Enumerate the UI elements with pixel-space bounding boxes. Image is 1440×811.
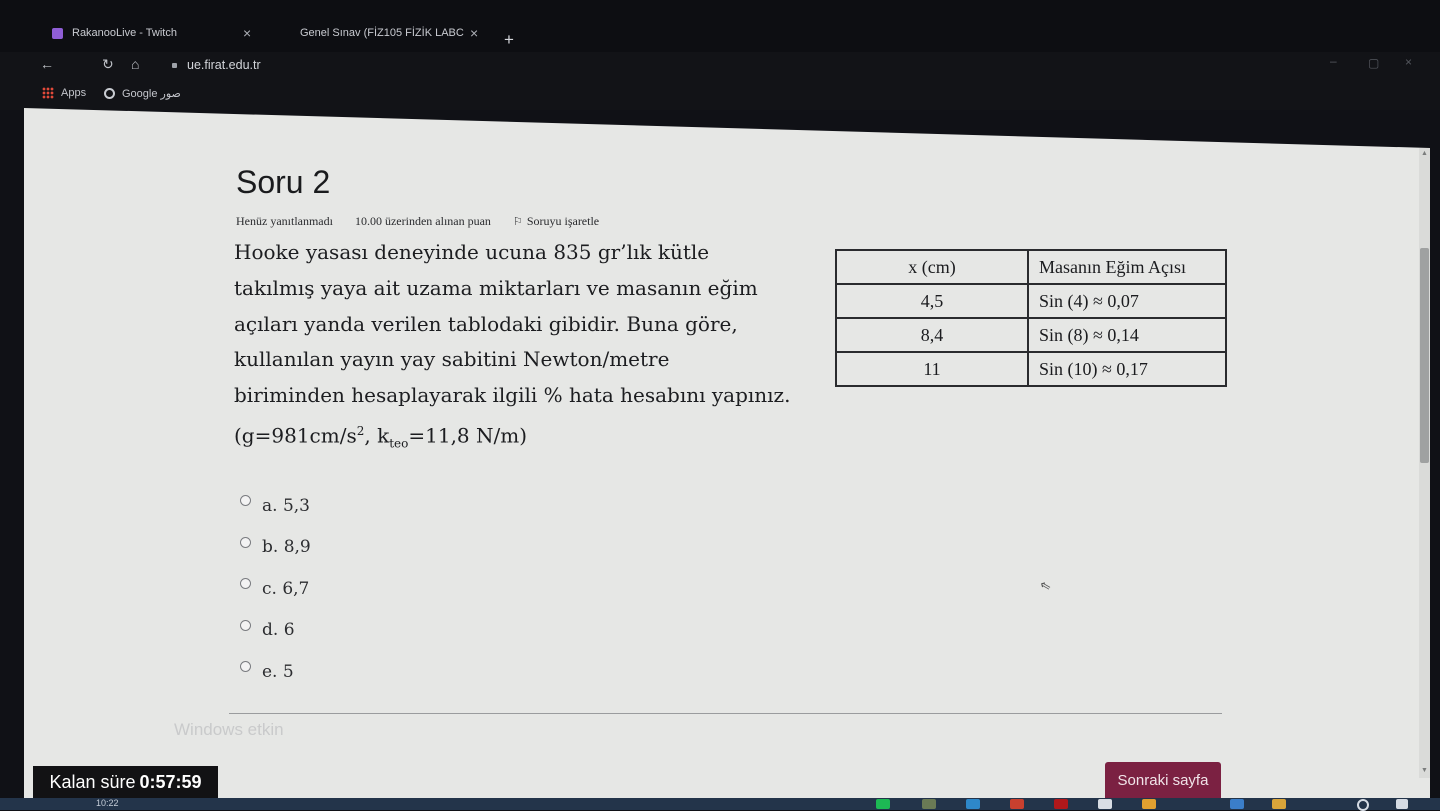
timer-label: Kalan süre bbox=[49, 771, 136, 792]
home-icon[interactable]: ⌂ bbox=[131, 56, 139, 72]
table-cell: Sin (4) ≈ 0,07 bbox=[1027, 283, 1227, 319]
apps-grid-icon bbox=[42, 87, 54, 99]
option-c[interactable]: c. 6,7 bbox=[240, 568, 311, 610]
netflix-icon[interactable] bbox=[1054, 799, 1068, 809]
windows-watermark: Windows etkin bbox=[174, 720, 284, 739]
scrollbar[interactable]: ▲ ▼ bbox=[1419, 148, 1430, 778]
tab-label: Genel Sınav (FİZ105 FİZİK LABC bbox=[300, 27, 464, 39]
flag-icon: ⚐ bbox=[512, 216, 523, 228]
question-points: 10.00 üzerinden alınan puan bbox=[354, 214, 491, 228]
store-icon[interactable] bbox=[1098, 799, 1112, 809]
back-arrow-icon[interactable]: ← bbox=[40, 56, 54, 72]
windows-start-icon[interactable] bbox=[1396, 799, 1408, 809]
app-icon[interactable] bbox=[922, 799, 936, 809]
scroll-down-icon[interactable]: ▼ bbox=[1421, 767, 1428, 774]
taskbar: 10:22 bbox=[0, 798, 1440, 811]
maximize-icon[interactable]: ▢ bbox=[1368, 56, 1379, 70]
table-cell: 11 bbox=[835, 351, 1029, 387]
given-values: (g=981cm/s2, kteo=11,8 N/m) bbox=[234, 414, 834, 462]
table-cell: Sin (10) ≈ 0,17 bbox=[1027, 351, 1227, 387]
close-tab-icon[interactable]: × bbox=[470, 25, 478, 41]
option-d[interactable]: d. 6 bbox=[240, 610, 311, 652]
question-line: açıları yanda verilen tablodaki gibidir.… bbox=[234, 311, 738, 336]
option-label: c. 6,7 bbox=[262, 578, 310, 599]
k-value: =11,8 N/m) bbox=[408, 423, 528, 448]
answer-options: a. 5,3 b. 8,9 c. 6,7 d. 6 e. 5 bbox=[240, 485, 311, 693]
address-bar[interactable]: ue.firat.edu.tr bbox=[172, 58, 261, 72]
radio-button[interactable] bbox=[240, 495, 251, 507]
url-text: ue.firat.edu.tr bbox=[187, 58, 261, 72]
app-icon[interactable] bbox=[966, 799, 980, 809]
data-table: x (cm) Masanın Eğim Açısı 4,5 Sin (4) ≈ … bbox=[835, 249, 1227, 387]
option-a[interactable]: a. 5,3 bbox=[240, 485, 311, 527]
tab-twitch[interactable]: RakanooLive - Twitch × bbox=[52, 18, 251, 48]
flag-label: Soruyu işaretle bbox=[526, 214, 600, 228]
question-info: Henüz yanıtlanmadı 10.00 üzerinden alına… bbox=[236, 214, 599, 229]
folder-icon[interactable] bbox=[1272, 799, 1286, 809]
taskbar-clock: 10:22 bbox=[96, 798, 119, 808]
table-row: 11 Sin (10) ≈ 0,17 bbox=[835, 351, 1227, 387]
option-label: b. 8,9 bbox=[262, 537, 311, 558]
bookmark-label: Google صور bbox=[122, 88, 181, 100]
table-cell: 8,4 bbox=[835, 317, 1029, 353]
navigation-bar: ← ↻ ⌂ ue.firat.edu.tr – ▢ × bbox=[0, 52, 1440, 80]
table-row: 4,5 Sin (4) ≈ 0,07 bbox=[835, 283, 1227, 319]
option-label: d. 6 bbox=[262, 620, 295, 641]
reload-icon[interactable]: ↻ bbox=[102, 56, 114, 73]
table-header-row: x (cm) Masanın Eğim Açısı bbox=[835, 249, 1227, 285]
minimize-icon[interactable]: – bbox=[1330, 54, 1337, 68]
app-icon[interactable] bbox=[1010, 799, 1024, 809]
table-row: 8,4 Sin (8) ≈ 0,14 bbox=[835, 317, 1227, 353]
time-remaining: Kalan süre 0:57:59 bbox=[33, 766, 218, 798]
k-subscript: teo bbox=[389, 436, 409, 451]
bookmark-google[interactable]: Google صور bbox=[104, 87, 181, 100]
scrollbar-thumb[interactable] bbox=[1420, 248, 1429, 463]
tab-exam[interactable]: Genel Sınav (FİZ105 FİZİK LABC × bbox=[280, 18, 478, 48]
spotify-icon[interactable] bbox=[876, 799, 890, 809]
flag-question-link[interactable]: ⚐ Soruyu işaretle bbox=[513, 214, 599, 229]
scroll-up-icon[interactable]: ▲ bbox=[1421, 150, 1428, 157]
page-icon bbox=[280, 28, 291, 39]
question-title: Soru 2 bbox=[236, 164, 331, 200]
gravity-value: (g=981cm/s bbox=[234, 423, 357, 448]
exam-page: Soru 2 Henüz yanıtlanmadı 10.00 üzerinde… bbox=[24, 108, 1430, 798]
k-label: , k bbox=[364, 423, 390, 448]
bookmark-apps[interactable]: Apps bbox=[42, 87, 86, 99]
table-cell: 4,5 bbox=[835, 283, 1029, 319]
google-icon bbox=[104, 88, 115, 99]
table-cell: Sin (8) ≈ 0,14 bbox=[1027, 317, 1227, 353]
radio-button[interactable] bbox=[240, 619, 251, 631]
twitch-icon bbox=[52, 27, 63, 39]
option-e[interactable]: e. 5 bbox=[240, 651, 311, 693]
lock-icon bbox=[172, 63, 177, 69]
timer-value: 0:57:59 bbox=[139, 771, 202, 792]
question-line: biriminden hesaplayarak ilgili % hata he… bbox=[234, 383, 791, 408]
option-label: a. 5,3 bbox=[262, 495, 310, 516]
close-tab-icon[interactable]: × bbox=[243, 25, 251, 41]
radio-button[interactable] bbox=[240, 578, 251, 590]
table-header: Masanın Eğim Açısı bbox=[1027, 249, 1227, 285]
answer-status: Henüz yanıtlanmadı bbox=[236, 214, 333, 228]
tab-label: RakanooLive - Twitch bbox=[72, 27, 177, 39]
bookmark-label: Apps bbox=[61, 87, 87, 99]
radio-button[interactable] bbox=[240, 536, 251, 548]
option-label: e. 5 bbox=[262, 661, 294, 682]
radio-button[interactable] bbox=[240, 661, 251, 673]
new-tab-button[interactable]: + bbox=[504, 30, 514, 50]
question-line: kullanılan yayın yay sabitini Newton/met… bbox=[234, 347, 670, 372]
window-close-icon[interactable]: × bbox=[1405, 55, 1412, 69]
option-b[interactable]: b. 8,9 bbox=[240, 527, 311, 569]
bookmarks-bar: Apps Google صور ✱ ⋮ bbox=[0, 80, 1440, 183]
question-line: takılmış yaya ait uzama miktarları ve ma… bbox=[234, 275, 758, 300]
table-header: x (cm) bbox=[835, 249, 1029, 285]
question-text: Hooke yasası deneyinde ucuna 835 gr’lık … bbox=[234, 235, 834, 462]
mail-icon[interactable] bbox=[1230, 799, 1244, 809]
next-page-button[interactable]: Sonraki sayfa bbox=[1105, 762, 1221, 798]
chrome-icon[interactable] bbox=[1142, 799, 1156, 809]
question-line: Hooke yasası deneyinde ucuna 835 gr’lık … bbox=[234, 240, 710, 264]
search-icon[interactable] bbox=[1357, 799, 1369, 811]
divider bbox=[229, 713, 1222, 714]
tab-strip: RakanooLive - Twitch × Genel Sınav (FİZ1… bbox=[0, 0, 1440, 52]
